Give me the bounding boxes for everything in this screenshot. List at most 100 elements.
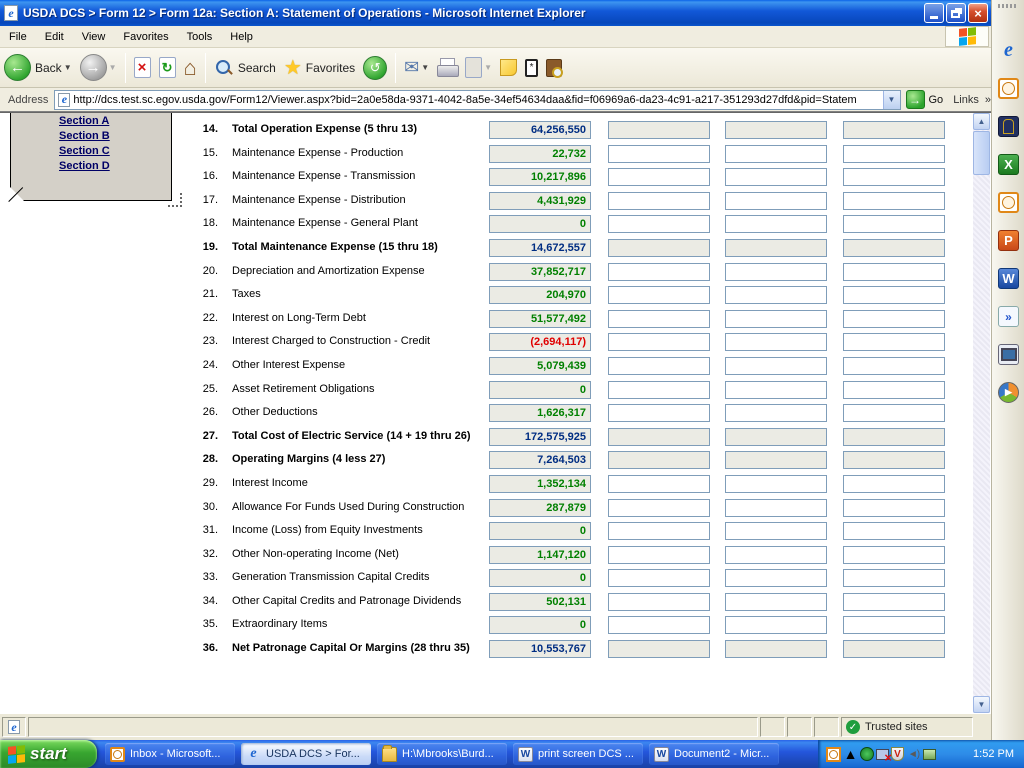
triangle-icon[interactable]: ▲ — [843, 747, 858, 762]
input-field-col4-row16[interactable] — [843, 168, 945, 186]
input-field-col3-row26[interactable] — [725, 404, 827, 422]
menu-view[interactable]: View — [73, 28, 115, 46]
input-field-col2-row32[interactable] — [608, 546, 710, 564]
word-icon[interactable]: W — [998, 268, 1019, 289]
messenger-button[interactable]: * — [521, 59, 542, 77]
address-input[interactable]: e http://dcs.test.sc.egov.usda.gov/Form1… — [54, 90, 900, 110]
history-button[interactable]: ↺ — [359, 56, 391, 80]
menu-favorites[interactable]: Favorites — [114, 28, 177, 46]
clock-icon[interactable] — [998, 78, 1019, 99]
input-field-col4-row32[interactable] — [843, 546, 945, 564]
input-field-col2-row34[interactable] — [608, 593, 710, 611]
input-field-col2-row18[interactable] — [608, 215, 710, 233]
input-field-col4-row22[interactable] — [843, 310, 945, 328]
input-field-col3-row16[interactable] — [725, 168, 827, 186]
input-field-col3-row34[interactable] — [725, 593, 827, 611]
input-field-col4-row30[interactable] — [843, 499, 945, 517]
excel-icon[interactable]: X — [998, 154, 1019, 175]
forward-button[interactable]: → ▼ — [76, 54, 121, 81]
powerpoint-icon[interactable]: P — [998, 230, 1019, 251]
scroll-down-button[interactable]: ▼ — [973, 696, 990, 713]
restore-button[interactable] — [946, 3, 966, 23]
links-button[interactable]: Links » — [953, 94, 991, 106]
close-button[interactable]: × — [968, 3, 988, 23]
taskbar-window-h-mbrooks-burd[interactable]: H:\Mbrooks\Burd... — [377, 743, 507, 765]
address-book-icon[interactable] — [998, 116, 1019, 137]
input-field-col3-row17[interactable] — [725, 192, 827, 210]
print-button[interactable] — [433, 58, 461, 78]
input-field-col2-row15[interactable] — [608, 145, 710, 163]
input-field-col2-row29[interactable] — [608, 475, 710, 493]
input-field-col3-row24[interactable] — [725, 357, 827, 375]
go-button[interactable]: → Go — [906, 90, 944, 109]
input-field-col2-row20[interactable] — [608, 263, 710, 281]
input-field-col4-row24[interactable] — [843, 357, 945, 375]
my-computer-icon[interactable] — [998, 344, 1019, 365]
input-field-col4-row20[interactable] — [843, 263, 945, 281]
input-field-col3-row15[interactable] — [725, 145, 827, 163]
mail-button[interactable]: ✉ ▼ — [400, 57, 433, 78]
notes-button[interactable] — [496, 59, 521, 76]
input-field-col3-row35[interactable] — [725, 616, 827, 634]
media-player-icon[interactable]: ▶ — [998, 382, 1019, 403]
favorites-button[interactable]: ★ Favorites — [280, 58, 359, 78]
vertical-scrollbar[interactable]: ▲ ▼ — [973, 113, 990, 713]
minimize-button[interactable] — [924, 3, 944, 23]
scrollbar-thumb[interactable] — [973, 131, 990, 175]
globe-icon[interactable] — [860, 747, 874, 761]
input-field-col4-row33[interactable] — [843, 569, 945, 587]
input-field-col4-row34[interactable] — [843, 593, 945, 611]
input-field-col3-row33[interactable] — [725, 569, 827, 587]
back-dropdown-icon[interactable]: ▼ — [64, 63, 72, 72]
input-field-col2-row21[interactable] — [608, 286, 710, 304]
antivirus-shield-icon[interactable]: V — [891, 747, 904, 761]
input-field-col2-row35[interactable] — [608, 616, 710, 634]
input-field-col2-row25[interactable] — [608, 381, 710, 399]
menu-tools[interactable]: Tools — [178, 28, 222, 46]
input-field-col4-row18[interactable] — [843, 215, 945, 233]
search-button[interactable]: Search — [210, 58, 280, 78]
taskbar-window-usda-dcs-for[interactable]: eUSDA DCS > For... — [241, 743, 371, 765]
input-field-col3-row30[interactable] — [725, 499, 827, 517]
hardware-icon[interactable] — [923, 749, 936, 760]
frontpage-icon[interactable]: » — [998, 306, 1019, 327]
input-field-col2-row31[interactable] — [608, 522, 710, 540]
scroll-up-button[interactable]: ▲ — [973, 113, 990, 130]
taskbar-window-print-screen-dcs[interactable]: Wprint screen DCS ... — [513, 743, 643, 765]
input-field-col4-row21[interactable] — [843, 286, 945, 304]
input-field-col4-row26[interactable] — [843, 404, 945, 422]
address-dropdown-button[interactable]: ▼ — [883, 91, 900, 109]
input-field-col2-row33[interactable] — [608, 569, 710, 587]
input-field-col3-row31[interactable] — [725, 522, 827, 540]
menu-edit[interactable]: Edit — [36, 28, 73, 46]
input-field-col2-row23[interactable] — [608, 333, 710, 351]
input-field-col2-row24[interactable] — [608, 357, 710, 375]
network-error-icon[interactable] — [876, 749, 889, 760]
home-button[interactable]: ⌂ — [180, 58, 201, 78]
input-field-col2-row16[interactable] — [608, 168, 710, 186]
input-field-col4-row23[interactable] — [843, 333, 945, 351]
back-button[interactable]: ← Back ▼ — [0, 54, 76, 81]
input-field-col4-row29[interactable] — [843, 475, 945, 493]
input-field-col2-row26[interactable] — [608, 404, 710, 422]
taskbar-window-inbox-microsoft[interactable]: Inbox - Microsoft... — [105, 743, 235, 765]
menu-help[interactable]: Help — [221, 28, 262, 46]
input-field-col2-row22[interactable] — [608, 310, 710, 328]
input-field-col3-row23[interactable] — [725, 333, 827, 351]
input-field-col2-row17[interactable] — [608, 192, 710, 210]
edit-button[interactable]: ▼ — [461, 57, 496, 78]
input-field-col3-row25[interactable] — [725, 381, 827, 399]
input-field-col4-row35[interactable] — [843, 616, 945, 634]
input-field-col3-row29[interactable] — [725, 475, 827, 493]
mail-dropdown-icon[interactable]: ▼ — [421, 63, 429, 72]
input-field-col3-row22[interactable] — [725, 310, 827, 328]
taskbar-window-document2-micr[interactable]: WDocument2 - Micr... — [649, 743, 779, 765]
input-field-col4-row31[interactable] — [843, 522, 945, 540]
menu-file[interactable]: File — [0, 28, 36, 46]
volume-icon[interactable]: ◄) — [906, 747, 921, 762]
refresh-button[interactable]: ↻ — [155, 57, 180, 78]
clock-icon[interactable] — [998, 192, 1019, 213]
clock-icon[interactable] — [826, 747, 841, 762]
input-field-col4-row25[interactable] — [843, 381, 945, 399]
input-field-col4-row15[interactable] — [843, 145, 945, 163]
